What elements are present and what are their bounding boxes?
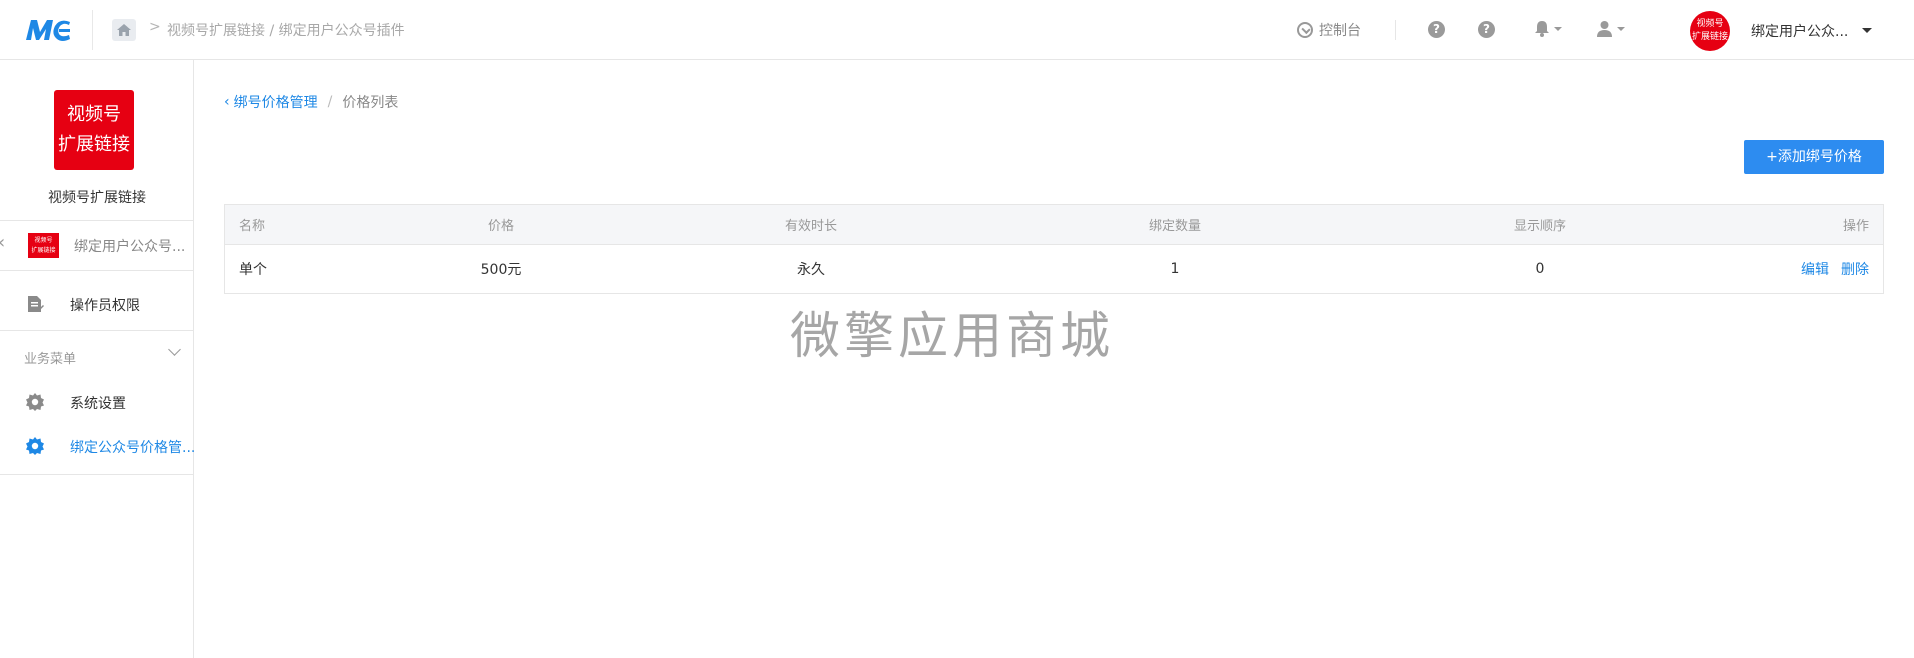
- section-label: 业务菜单: [24, 352, 77, 367]
- user-dropdown[interactable]: [1596, 20, 1625, 37]
- top-bar: > 视频号扩展链接 / 绑定用户公众号插件 控制台 ? ? 视频号 扩展链接 绑…: [0, 0, 1914, 60]
- divider: [0, 474, 194, 475]
- home-button[interactable]: [112, 19, 136, 41]
- caret-down-icon[interactable]: [1862, 28, 1872, 33]
- cell-actions: 编辑 删除: [1789, 245, 1869, 293]
- console-label: 控制台: [1319, 23, 1361, 39]
- watermark: 微擎应用商城: [790, 307, 1114, 365]
- sidebar-item-operator-permissions[interactable]: 操作员权限: [0, 282, 194, 326]
- divider: [1395, 20, 1396, 40]
- sidebar-item-label: 操作员权限: [70, 298, 140, 314]
- caret-down-icon: [1554, 26, 1562, 31]
- divider: [0, 270, 194, 271]
- column-header-order: 显示顺序: [1513, 219, 1566, 234]
- app-logo-text: 扩展链接: [58, 134, 130, 155]
- top-breadcrumb[interactable]: 视频号扩展链接 / 绑定用户公众号插件: [167, 20, 405, 40]
- console-link[interactable]: 控制台: [1297, 20, 1361, 40]
- app-logo-text: 视频号: [67, 104, 121, 125]
- breadcrumb-parent-link[interactable]: 绑号价格管理: [234, 92, 318, 112]
- breadcrumb-separator: /: [327, 94, 333, 110]
- gear-icon: [26, 393, 44, 411]
- help-icon[interactable]: ?: [1428, 21, 1445, 38]
- chevron-down-icon[interactable]: [168, 343, 181, 356]
- gear-icon: [26, 437, 44, 455]
- avatar-text: 视频号: [1696, 19, 1724, 29]
- bell-icon: [1535, 21, 1549, 37]
- account-name[interactable]: 绑定用户公众...: [1751, 21, 1848, 41]
- column-header-name: 名称: [239, 219, 266, 234]
- column-header-count: 绑定数量: [1148, 219, 1201, 234]
- cell-order: 0: [1535, 261, 1545, 277]
- app-name: 视频号扩展链接: [48, 190, 146, 206]
- notifications-dropdown[interactable]: [1534, 20, 1562, 37]
- divider: [92, 10, 93, 50]
- question-icon[interactable]: ?: [1478, 21, 1495, 38]
- table-row: 单个 500元 永久 1 0 编辑 删除: [225, 245, 1883, 293]
- cell-duration: 永久: [797, 262, 825, 278]
- document-edit-icon: [28, 296, 44, 312]
- column-header-price: 价格: [487, 219, 514, 234]
- home-icon: [117, 24, 131, 36]
- table-header: 名称 价格 有效时长 绑定数量 显示顺序 操作: [225, 205, 1883, 245]
- chevron-left-icon[interactable]: ‹: [0, 232, 5, 253]
- plugin-name: 绑定用户公众号...: [74, 239, 186, 255]
- delete-link[interactable]: 删除: [1841, 259, 1869, 279]
- mc-logo[interactable]: [24, 16, 72, 44]
- breadcrumb: ‹ 绑号价格管理 / 价格列表: [224, 92, 398, 112]
- dashboard-icon: [1297, 22, 1313, 38]
- cell-count: 1: [1170, 261, 1180, 277]
- user-icon: [1597, 21, 1612, 37]
- chevron-left-icon[interactable]: ‹: [224, 94, 230, 110]
- avatar-text: 扩展链接: [1691, 32, 1728, 42]
- price-table: 名称 价格 有效时长 绑定数量 显示顺序 操作 单个 500元 永久 1 0 编…: [224, 204, 1884, 294]
- sidebar-item-system-settings[interactable]: 系统设置: [0, 380, 194, 424]
- add-price-button[interactable]: +添加绑号价格: [1744, 140, 1884, 174]
- plugin-thumb-text: 视频号: [34, 236, 53, 244]
- cell-name: 单个: [239, 262, 267, 278]
- app-logo: 视频号 扩展链接: [54, 90, 134, 170]
- avatar[interactable]: 视频号 扩展链接: [1690, 11, 1730, 51]
- sidebar-item-price-management[interactable]: 绑定公众号价格管...: [0, 424, 196, 468]
- column-header-actions: 操作: [1842, 219, 1869, 234]
- plugin-thumbnail: 视频号 扩展链接: [28, 233, 59, 258]
- cell-price: 500元: [480, 262, 522, 278]
- column-header-duration: 有效时长: [784, 219, 837, 234]
- chevron-right-icon: >: [149, 19, 161, 35]
- plugin-thumb-text: 扩展链接: [31, 246, 56, 254]
- breadcrumb-current: 价格列表: [342, 95, 399, 111]
- plugin-switcher[interactable]: ‹ 视频号 扩展链接 绑定用户公众号...: [0, 220, 194, 270]
- edit-link[interactable]: 编辑: [1801, 259, 1829, 279]
- sidebar-item-label: 绑定公众号价格管...: [70, 440, 196, 456]
- sidebar: 视频号 扩展链接 视频号扩展链接 ‹ 视频号 扩展链接 绑定用户公众号... 操…: [0, 60, 196, 658]
- caret-down-icon: [1617, 26, 1625, 31]
- sidebar-item-label: 系统设置: [70, 396, 126, 412]
- divider: [0, 330, 194, 331]
